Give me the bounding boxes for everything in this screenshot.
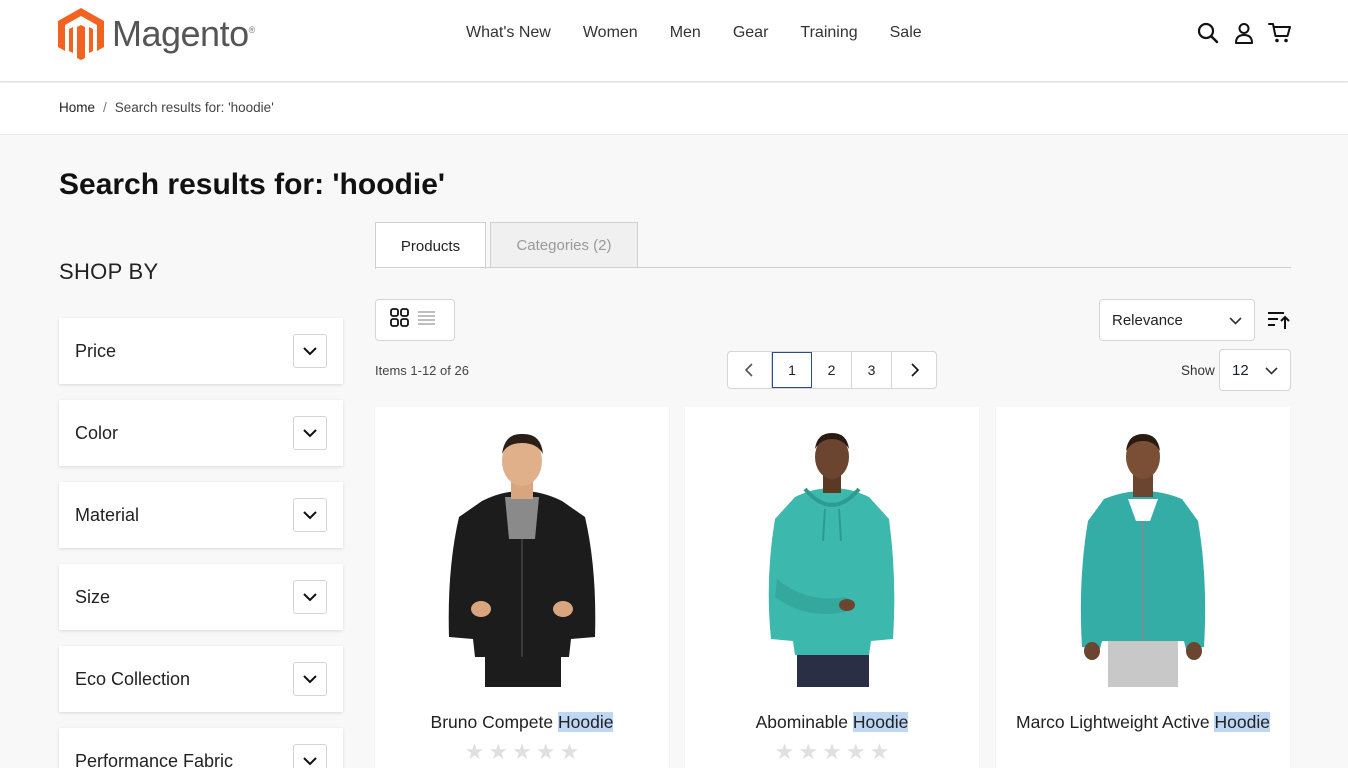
breadcrumb-current: Search results for: 'hoodie' bbox=[114, 100, 274, 115]
filter-label: Color bbox=[75, 422, 119, 443]
star-icon: ★ bbox=[512, 739, 532, 764]
page-1[interactable]: 1 bbox=[772, 352, 812, 388]
nav-men[interactable]: Men bbox=[670, 24, 701, 42]
breadcrumb: Home / Search results for: 'hoodie' bbox=[59, 100, 274, 115]
filter-performance-fabric[interactable]: Performance Fabric bbox=[59, 728, 343, 768]
pagination: 1 2 3 bbox=[727, 351, 937, 389]
star-icon: ★ bbox=[464, 739, 485, 764]
filter-price[interactable]: Price bbox=[59, 318, 343, 384]
star-icon: ★ bbox=[845, 739, 866, 764]
nav-whats-new[interactable]: What's New bbox=[466, 24, 551, 42]
tab-products[interactable]: Products bbox=[375, 222, 486, 269]
chevron-down-icon[interactable] bbox=[293, 744, 327, 768]
chevron-down-icon[interactable] bbox=[293, 498, 327, 532]
filter-label: Performance Fabric bbox=[75, 750, 234, 768]
page-2[interactable]: 2 bbox=[812, 352, 852, 388]
filter-color[interactable]: Color bbox=[59, 400, 343, 466]
grid-view-icon[interactable] bbox=[390, 308, 409, 332]
search-highlight: Hoodie bbox=[1214, 712, 1270, 732]
chevron-down-icon bbox=[1229, 312, 1242, 329]
search-icon[interactable] bbox=[1196, 20, 1220, 46]
filter-label: Price bbox=[75, 340, 117, 361]
search-highlight: Hoodie bbox=[557, 712, 614, 732]
sort-by-select[interactable]: Relevance bbox=[1099, 299, 1255, 341]
chevron-down-icon[interactable] bbox=[293, 416, 327, 450]
star-icon: ★ bbox=[535, 739, 556, 764]
nav-sale[interactable]: Sale bbox=[890, 24, 922, 42]
page-3[interactable]: 3 bbox=[852, 352, 892, 388]
product-image[interactable] bbox=[375, 427, 669, 687]
shop-by-heading: SHOP BY bbox=[59, 259, 159, 284]
product-image[interactable] bbox=[996, 427, 1290, 687]
star-icon: ★ bbox=[869, 739, 890, 764]
chevron-down-icon bbox=[1265, 362, 1278, 379]
nav-gear[interactable]: Gear bbox=[733, 24, 769, 42]
filter-label: Material bbox=[75, 504, 140, 525]
sort-by-value: Relevance bbox=[1112, 311, 1183, 329]
filter-label: Eco Collection bbox=[75, 668, 191, 689]
product-name[interactable]: Bruno Compete Hoodie bbox=[395, 708, 649, 736]
magento-logo[interactable]: Magento® bbox=[58, 8, 255, 60]
product-name-prefix: Bruno Compete bbox=[430, 712, 558, 732]
chevron-down-icon[interactable] bbox=[293, 662, 327, 696]
rating-stars: ★ ★ ★ ★ ★ bbox=[685, 741, 979, 763]
page-title: Search results for: 'hoodie' bbox=[59, 168, 446, 201]
prev-page-button[interactable] bbox=[728, 352, 772, 388]
list-view-icon[interactable] bbox=[417, 310, 436, 331]
search-highlight: Hoodie bbox=[852, 712, 909, 732]
product-name-prefix: Abominable bbox=[755, 712, 853, 732]
product-name-prefix: Marco Lightweight Active bbox=[1016, 712, 1215, 732]
view-mode-toggle bbox=[375, 299, 455, 341]
breadcrumb-home[interactable]: Home bbox=[59, 100, 95, 115]
cart-icon[interactable] bbox=[1268, 20, 1292, 46]
star-icon: ★ bbox=[774, 739, 795, 764]
items-count: Items 1-12 of 26 bbox=[375, 363, 469, 378]
filter-size[interactable]: Size bbox=[59, 564, 343, 630]
breadcrumb-bar: Home / Search results for: 'hoodie' bbox=[0, 83, 1348, 135]
breadcrumb-separator: / bbox=[103, 100, 107, 115]
nav-women[interactable]: Women bbox=[583, 24, 638, 42]
product-name[interactable]: Abominable Hoodie bbox=[705, 708, 959, 736]
show-label: Show bbox=[1181, 363, 1215, 378]
account-icon[interactable] bbox=[1232, 20, 1256, 46]
product-card[interactable]: Abominable Hoodie ★ ★ ★ ★ ★ bbox=[685, 407, 979, 768]
chevron-down-icon[interactable] bbox=[293, 334, 327, 368]
star-icon: ★ bbox=[822, 739, 842, 764]
tab-categories[interactable]: Categories (2) bbox=[490, 222, 638, 268]
main-nav: What's New Women Men Gear Training Sale bbox=[466, 24, 922, 42]
star-icon: ★ bbox=[488, 739, 509, 764]
star-icon: ★ bbox=[798, 739, 819, 764]
filter-label: Size bbox=[75, 586, 111, 607]
rating-stars: ★ ★ ★ ★ ★ bbox=[375, 741, 669, 763]
sort-direction-icon[interactable] bbox=[1266, 308, 1292, 332]
next-page-button[interactable] bbox=[892, 352, 936, 388]
page-size-select[interactable]: 12 bbox=[1219, 349, 1291, 391]
product-image[interactable] bbox=[685, 427, 979, 687]
filter-material[interactable]: Material bbox=[59, 482, 343, 548]
product-card[interactable]: Bruno Compete Hoodie ★ ★ ★ ★ ★ bbox=[375, 407, 669, 768]
header-actions bbox=[1196, 20, 1292, 46]
filter-eco-collection[interactable]: Eco Collection bbox=[59, 646, 343, 712]
site-header: Magento® What's New Women Men Gear Train… bbox=[0, 0, 1348, 82]
star-icon: ★ bbox=[559, 739, 580, 764]
product-card[interactable]: Marco Lightweight Active Hoodie bbox=[996, 407, 1290, 768]
page-size-value: 12 bbox=[1232, 361, 1249, 379]
chevron-down-icon[interactable] bbox=[293, 580, 327, 614]
nav-training[interactable]: Training bbox=[800, 24, 857, 42]
tab-divider bbox=[375, 267, 1291, 268]
magento-logo-icon bbox=[58, 8, 104, 60]
product-name[interactable]: Marco Lightweight Active Hoodie bbox=[1016, 708, 1270, 736]
logo-text: Magento® bbox=[112, 13, 255, 54]
